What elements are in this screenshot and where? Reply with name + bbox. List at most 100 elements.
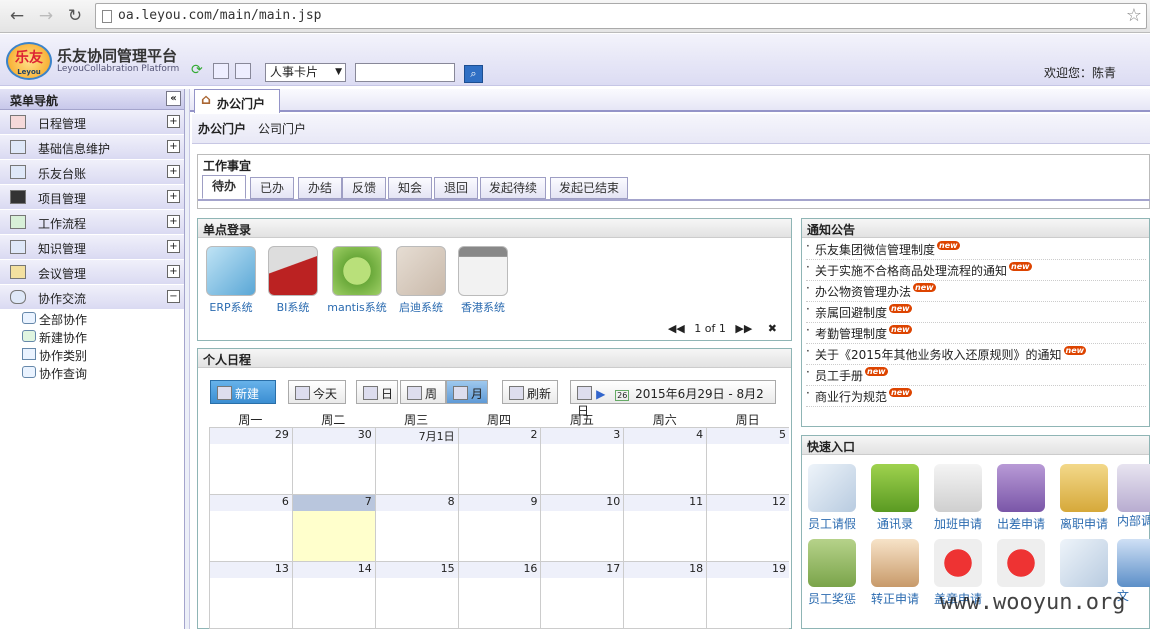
calendar-day-cell[interactable]: 30 [291,428,375,494]
prev-range-icon[interactable]: ◀ [577,387,586,401]
calendar-day-cell[interactable]: 16 [457,562,541,628]
expand-icon[interactable]: + [167,140,180,153]
quick-app-4[interactable] [991,539,1051,590]
calendar-day-cell[interactable]: 15 [374,562,458,628]
calendar-today-cell[interactable]: 7 [291,495,375,561]
search-type-select[interactable]: 人事卡片 [265,63,346,82]
refresh-button[interactable]: 刷新 [502,380,558,404]
calendar-day-cell[interactable]: 2 [457,428,541,494]
quick-trip[interactable]: 出差申请 [991,464,1051,532]
day-view-button[interactable]: 日 [356,380,398,404]
quick-leave[interactable]: 员工请假 [802,464,862,532]
back-icon[interactable]: ← [6,5,28,27]
calendar-day-cell[interactable]: 5 [706,428,790,494]
expand-icon[interactable]: + [167,240,180,253]
calendar-day-cell[interactable]: 9 [457,495,541,561]
search-input[interactable] [355,63,455,82]
tab-office-portal[interactable]: 办公门户 [194,89,280,113]
sidebar-item-knowledge[interactable]: 知识管理 + [0,235,184,260]
tab-done[interactable]: 已办 [250,177,294,199]
expand-icon[interactable]: + [167,165,180,178]
person-icon [10,190,26,204]
collapse-icon[interactable]: − [167,290,180,303]
quick-overtime[interactable]: 加班申请 [928,464,988,532]
refresh-icon[interactable]: ⟳ [191,63,207,79]
calendar-day-cell[interactable]: 11 [623,495,707,561]
expand-icon[interactable]: + [167,265,180,278]
quick-rewards[interactable]: 员工奖惩 [802,539,862,607]
notice-item[interactable]: 关于《2015年其他业务收入还原规则》的通知new [806,344,1146,365]
tab-closed[interactable]: 办结 [298,177,342,199]
quick-resign[interactable]: 离职申请 [1054,464,1114,532]
sidebar-subitem[interactable]: 新建协作 [0,328,184,346]
tab-feedback[interactable]: 反馈 [342,177,386,199]
calendar-day-cell[interactable]: 18 [623,562,707,628]
breadcrumb-link[interactable]: 公司门户 [258,122,306,136]
sidebar-item-basic-info[interactable]: 基础信息维护 + [0,135,184,160]
sidebar-item-workflow[interactable]: 工作流程 + [0,210,184,235]
calendar-day-cell[interactable]: 8 [374,495,458,561]
month-view-button[interactable]: 月 [446,380,488,404]
calendar-day-cell[interactable]: 4 [623,428,707,494]
sidebar-item-project[interactable]: 项目管理 + [0,185,184,210]
notice-item[interactable]: 关于实施不合格商品处理流程的通知new [806,260,1146,281]
notice-item[interactable]: 乐友集团微信管理制度new [806,239,1146,260]
sidebar-subitem[interactable]: 协作类别 [0,346,184,364]
app-erp[interactable]: ERP系统 [198,246,264,315]
sidebar-subitem[interactable]: 协作查询 [0,364,184,382]
quick-contacts[interactable]: 通讯录 [865,464,925,532]
calendar-day-cell[interactable]: 6 [209,495,292,561]
app-bi[interactable]: BI系统 [260,246,326,315]
calendar-day-cell[interactable]: 29 [209,428,292,494]
notice-item[interactable]: 商业行为规范new [806,386,1146,407]
tab-returned[interactable]: 退回 [434,177,478,199]
calendar-day-cell[interactable]: 14 [291,562,375,628]
sidebar-splitter[interactable] [185,89,190,629]
calendar-day-cell[interactable]: 7月1日 [374,428,458,494]
quick-regular[interactable]: 转正申请 [865,539,925,607]
expand-icon[interactable]: + [167,115,180,128]
week-view-button[interactable]: 周 [400,380,446,404]
app-qidi[interactable]: 启迪系统 [388,246,454,315]
calendar-day-cell[interactable]: 12 [706,495,790,561]
calendar-day-cell[interactable]: 19 [706,562,790,628]
new-event-button[interactable]: 新建 [210,380,276,404]
notice-item[interactable]: 员工手册new [806,365,1146,386]
prev-page-icon[interactable]: ◀◀ [668,322,685,335]
next-range-icon[interactable]: ▶ [596,387,605,401]
next-page-icon[interactable]: ▶▶ [735,322,752,335]
layout-split-icon[interactable] [235,63,251,79]
calendar-day-cell[interactable]: 17 [540,562,624,628]
bookmark-star-icon[interactable]: ☆ [1126,5,1142,26]
search-button[interactable]: ⌕ [464,65,483,83]
sidebar-item-ledger[interactable]: 乐友台账 + [0,160,184,185]
layout-single-icon[interactable] [213,63,229,79]
expand-icon[interactable]: + [167,215,180,228]
sidebar-item-meeting[interactable]: 会议管理 + [0,260,184,285]
app-mantis[interactable]: mantis系统 [323,246,391,315]
tab-todo[interactable]: 待办 [202,175,246,199]
tab-initiated-finished[interactable]: 发起已结束 [550,177,628,199]
tab-notify[interactable]: 知会 [388,177,432,199]
today-button[interactable]: 今天 [288,380,346,404]
sidebar-subitem[interactable]: 全部协作 [0,310,184,328]
settings-icon[interactable]: ✖ [768,322,777,335]
quick-app-5[interactable] [1054,539,1114,590]
quick-internal[interactable]: 内部调 [1117,464,1150,529]
notice-item[interactable]: 考勤管理制度new [806,323,1146,344]
notice-item[interactable]: 亲属回避制度new [806,302,1146,323]
forward-icon[interactable]: → [35,5,57,27]
calendar-day-cell[interactable]: 13 [209,562,292,628]
expand-icon[interactable]: + [167,190,180,203]
reload-icon[interactable]: ↻ [64,5,86,27]
tab-initiated-pending[interactable]: 发起待续 [480,177,546,199]
calendar-day-cell[interactable]: 3 [540,428,624,494]
sidebar-item-schedule[interactable]: 日程管理 + [0,110,184,135]
sidebar-item-collab[interactable]: 协作交流 − [0,285,184,310]
address-bar[interactable]: oa.leyou.com/main/main.jsp ☆ [95,3,1147,29]
collapse-sidebar-icon[interactable]: « [166,91,181,106]
doc-icon [1060,539,1108,587]
calendar-day-cell[interactable]: 10 [540,495,624,561]
notice-item[interactable]: 办公物资管理办法new [806,281,1146,302]
app-hk[interactable]: 香港系统 [450,246,516,315]
